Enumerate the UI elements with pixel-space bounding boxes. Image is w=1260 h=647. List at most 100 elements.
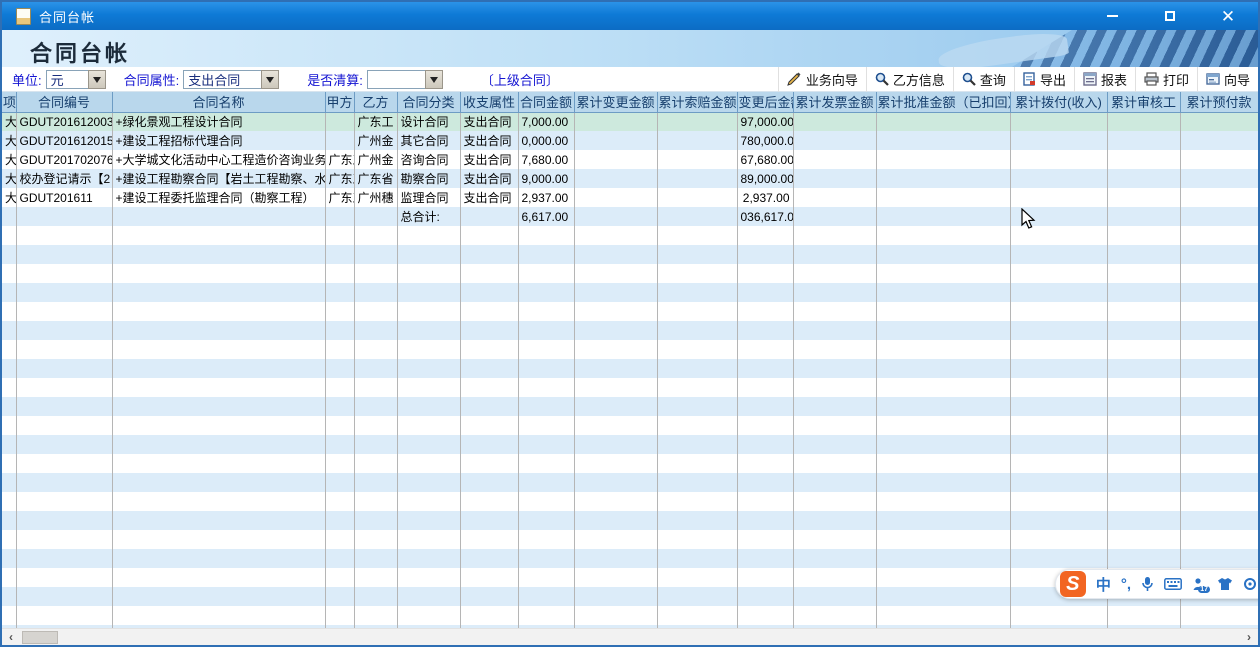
parent-contract-link[interactable]: 〔上级合同〕 xyxy=(481,70,559,89)
table-cell[interactable] xyxy=(574,169,657,188)
table-cell[interactable] xyxy=(876,207,1010,226)
maximize-button[interactable] xyxy=(1158,6,1182,26)
table-cell[interactable]: 780,000.00 xyxy=(737,131,793,150)
table-cell[interactable]: 广东工 xyxy=(354,112,397,131)
table-cell[interactable] xyxy=(657,112,737,131)
table-cell[interactable] xyxy=(460,207,518,226)
contract-attribute-combobox[interactable]: 支出合同 xyxy=(183,70,279,89)
table-cell[interactable]: +大学城文化活动中心工程造价咨询业务 xyxy=(112,150,325,169)
table-cell[interactable] xyxy=(1107,131,1180,150)
table-cell[interactable]: +建设工程勘察合同【岩土工程勘察、水 xyxy=(112,169,325,188)
scroll-right-arrow-icon[interactable]: › xyxy=(1240,629,1258,646)
column-header[interactable]: 乙方 xyxy=(354,92,397,112)
table-cell[interactable]: +建设工程委托监理合同（勘察工程） xyxy=(112,188,325,207)
table-cell[interactable] xyxy=(793,150,876,169)
scroll-left-arrow-icon[interactable]: ‹ xyxy=(2,629,20,646)
table-cell[interactable] xyxy=(657,169,737,188)
table-cell[interactable]: 支出合同 xyxy=(460,150,518,169)
export-button[interactable]: 导出 xyxy=(1014,67,1074,92)
table-cell[interactable]: 其它合同 xyxy=(397,131,460,150)
query-button[interactable]: 查询 xyxy=(953,67,1014,92)
table-cell[interactable]: 7,000.00 xyxy=(518,112,574,131)
table-cell[interactable]: 广州金 xyxy=(354,131,397,150)
skin-icon[interactable] xyxy=(1217,577,1233,591)
table-cell[interactable] xyxy=(1010,150,1107,169)
table-cell[interactable] xyxy=(1107,169,1180,188)
table-cell[interactable] xyxy=(793,207,876,226)
table-cell[interactable] xyxy=(112,207,325,226)
table-cell[interactable]: 2,937.00 xyxy=(518,188,574,207)
close-button[interactable]: ✕ xyxy=(1216,6,1240,26)
table-cell[interactable] xyxy=(574,150,657,169)
settlement-combobox[interactable] xyxy=(367,70,443,89)
table-cell[interactable] xyxy=(1180,150,1258,169)
chinese-mode-icon[interactable]: 中 xyxy=(1096,574,1111,595)
table-cell[interactable] xyxy=(793,188,876,207)
table-cell[interactable]: 支出合同 xyxy=(460,188,518,207)
table-cell[interactable]: 广州穗 xyxy=(354,188,397,207)
wizard-button[interactable]: 向导 xyxy=(1197,67,1258,92)
punctuation-mode-icon[interactable]: °, xyxy=(1121,576,1131,593)
table-cell[interactable]: 2,937.00 xyxy=(737,188,793,207)
column-header[interactable]: 合同名称 xyxy=(112,92,325,112)
table-cell[interactable]: 6,617.00 xyxy=(518,207,574,226)
table-cell[interactable]: 7,680.00 xyxy=(518,150,574,169)
column-header[interactable]: 累计预付款 xyxy=(1180,92,1258,112)
unit-combobox[interactable]: 元 xyxy=(46,70,106,89)
table-cell[interactable] xyxy=(1107,207,1180,226)
table-cell[interactable]: 设计合同 xyxy=(397,112,460,131)
table-cell[interactable]: 勘察合同 xyxy=(397,169,460,188)
column-header[interactable]: 累计发票金额 xyxy=(793,92,876,112)
column-header[interactable]: 项 xyxy=(2,92,16,112)
table-cell[interactable] xyxy=(574,131,657,150)
column-header[interactable]: 累计审核工 xyxy=(1107,92,1180,112)
table-cell[interactable] xyxy=(1010,188,1107,207)
column-header[interactable]: 变更后金额 xyxy=(737,92,793,112)
account-icon[interactable]: 17 xyxy=(1192,577,1207,592)
column-header[interactable]: 合同编号 xyxy=(16,92,112,112)
print-button[interactable]: 打印 xyxy=(1135,67,1197,92)
table-cell[interactable] xyxy=(1010,131,1107,150)
table-cell[interactable] xyxy=(574,188,657,207)
table-cell[interactable] xyxy=(574,207,657,226)
sogou-logo-icon[interactable]: S xyxy=(1060,571,1086,597)
table-cell[interactable]: 67,680.00 xyxy=(737,150,793,169)
table-cell[interactable]: 大 xyxy=(2,169,16,188)
table-cell[interactable] xyxy=(1180,112,1258,131)
voice-input-icon[interactable] xyxy=(1141,576,1154,592)
table-cell[interactable]: +绿化景观工程设计合同 xyxy=(112,112,325,131)
table-cell[interactable] xyxy=(325,131,354,150)
horizontal-scrollbar[interactable]: ‹ › xyxy=(2,628,1258,645)
column-header[interactable]: 甲方 xyxy=(325,92,354,112)
table-cell[interactable]: 广东省 xyxy=(354,169,397,188)
table-cell[interactable] xyxy=(1180,169,1258,188)
table-cell[interactable] xyxy=(876,150,1010,169)
table-cell[interactable] xyxy=(16,207,112,226)
table-cell[interactable]: 广州金 xyxy=(354,150,397,169)
report-button[interactable]: 报表 xyxy=(1074,67,1135,92)
table-cell[interactable] xyxy=(876,112,1010,131)
table-cell[interactable]: 大 xyxy=(2,112,16,131)
table-cell[interactable] xyxy=(876,169,1010,188)
column-header[interactable]: 累计拨付(收入) xyxy=(1010,92,1107,112)
table-cell[interactable] xyxy=(1107,188,1180,207)
column-header[interactable]: 累计批准金额（已扣回） xyxy=(876,92,1010,112)
table-cell[interactable] xyxy=(1107,112,1180,131)
table-cell[interactable] xyxy=(1010,112,1107,131)
business-wizard-button[interactable]: 业务向导 xyxy=(778,67,866,92)
table-cell[interactable] xyxy=(354,207,397,226)
table-cell[interactable] xyxy=(1010,207,1107,226)
table-cell[interactable]: 0,000.00 xyxy=(518,131,574,150)
table-cell[interactable] xyxy=(325,112,354,131)
table-cell[interactable]: +建设工程招标代理合同 xyxy=(112,131,325,150)
table-cell[interactable] xyxy=(657,207,737,226)
unit-dropdown-arrow-icon[interactable] xyxy=(88,70,106,89)
table-cell[interactable] xyxy=(1107,150,1180,169)
table-cell[interactable]: GDUT201611 xyxy=(16,188,112,207)
table-cell[interactable]: 大 xyxy=(2,150,16,169)
column-header[interactable]: 合同金额 xyxy=(518,92,574,112)
soft-keyboard-icon[interactable] xyxy=(1164,578,1182,590)
table-cell[interactable]: 9,000.00 xyxy=(518,169,574,188)
table-cell[interactable]: 036,617.00 xyxy=(737,207,793,226)
table-cell[interactable] xyxy=(1180,188,1258,207)
